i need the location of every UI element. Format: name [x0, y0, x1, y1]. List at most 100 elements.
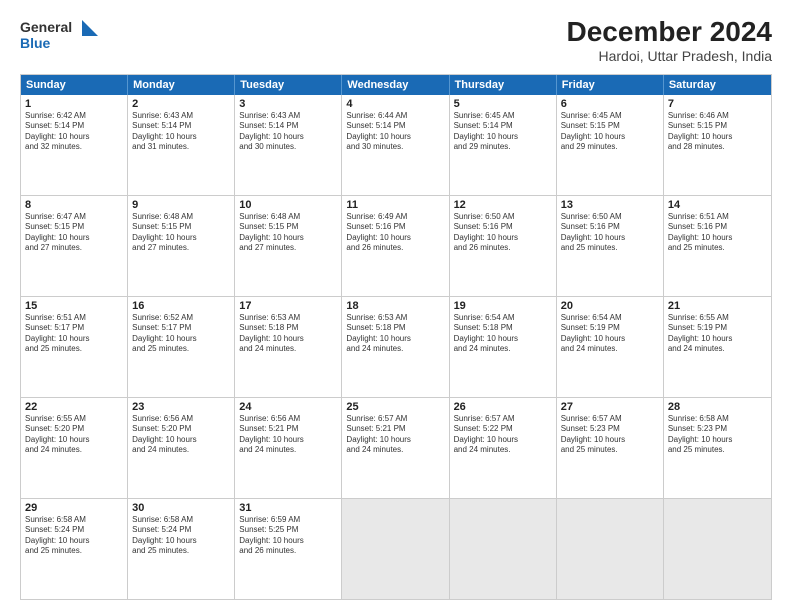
day-info: Sunrise: 6:45 AM Sunset: 5:14 PM Dayligh… — [454, 111, 552, 153]
day-info: Sunrise: 6:57 AM Sunset: 5:23 PM Dayligh… — [561, 414, 659, 456]
day-18: 18Sunrise: 6:53 AM Sunset: 5:18 PM Dayli… — [342, 297, 449, 397]
empty-cell — [450, 499, 557, 599]
day-20: 20Sunrise: 6:54 AM Sunset: 5:19 PM Dayli… — [557, 297, 664, 397]
day-info: Sunrise: 6:42 AM Sunset: 5:14 PM Dayligh… — [25, 111, 123, 153]
day-number: 4 — [346, 98, 444, 110]
day-info: Sunrise: 6:51 AM Sunset: 5:16 PM Dayligh… — [668, 212, 767, 254]
week-row-2: 8Sunrise: 6:47 AM Sunset: 5:15 PM Daylig… — [21, 195, 771, 296]
day-number: 7 — [668, 98, 767, 110]
day-info: Sunrise: 6:47 AM Sunset: 5:15 PM Dayligh… — [25, 212, 123, 254]
header-monday: Monday — [128, 75, 235, 95]
header-tuesday: Tuesday — [235, 75, 342, 95]
location-subtitle: Hardoi, Uttar Pradesh, India — [567, 48, 772, 64]
day-number: 18 — [346, 300, 444, 312]
logo: GeneralBlue — [20, 16, 100, 56]
day-info: Sunrise: 6:58 AM Sunset: 5:24 PM Dayligh… — [25, 515, 123, 557]
day-info: Sunrise: 6:56 AM Sunset: 5:20 PM Dayligh… — [132, 414, 230, 456]
day-24: 24Sunrise: 6:56 AM Sunset: 5:21 PM Dayli… — [235, 398, 342, 498]
day-1: 1Sunrise: 6:42 AM Sunset: 5:14 PM Daylig… — [21, 95, 128, 195]
day-number: 14 — [668, 199, 767, 211]
empty-cell — [342, 499, 449, 599]
day-number: 21 — [668, 300, 767, 312]
day-number: 17 — [239, 300, 337, 312]
day-number: 27 — [561, 401, 659, 413]
day-number: 30 — [132, 502, 230, 514]
day-number: 1 — [25, 98, 123, 110]
day-3: 3Sunrise: 6:43 AM Sunset: 5:14 PM Daylig… — [235, 95, 342, 195]
week-row-1: 1Sunrise: 6:42 AM Sunset: 5:14 PM Daylig… — [21, 95, 771, 195]
empty-cell — [664, 499, 771, 599]
day-8: 8Sunrise: 6:47 AM Sunset: 5:15 PM Daylig… — [21, 196, 128, 296]
day-number: 31 — [239, 502, 337, 514]
day-info: Sunrise: 6:50 AM Sunset: 5:16 PM Dayligh… — [561, 212, 659, 254]
day-14: 14Sunrise: 6:51 AM Sunset: 5:16 PM Dayli… — [664, 196, 771, 296]
day-number: 10 — [239, 199, 337, 211]
day-info: Sunrise: 6:56 AM Sunset: 5:21 PM Dayligh… — [239, 414, 337, 456]
day-number: 2 — [132, 98, 230, 110]
day-info: Sunrise: 6:53 AM Sunset: 5:18 PM Dayligh… — [346, 313, 444, 355]
day-info: Sunrise: 6:54 AM Sunset: 5:18 PM Dayligh… — [454, 313, 552, 355]
header-wednesday: Wednesday — [342, 75, 449, 95]
title-block: December 2024 Hardoi, Uttar Pradesh, Ind… — [567, 16, 772, 64]
page: GeneralBlue December 2024 Hardoi, Uttar … — [0, 0, 792, 612]
day-info: Sunrise: 6:50 AM Sunset: 5:16 PM Dayligh… — [454, 212, 552, 254]
day-info: Sunrise: 6:57 AM Sunset: 5:21 PM Dayligh… — [346, 414, 444, 456]
day-number: 6 — [561, 98, 659, 110]
month-year-title: December 2024 — [567, 16, 772, 48]
day-15: 15Sunrise: 6:51 AM Sunset: 5:17 PM Dayli… — [21, 297, 128, 397]
empty-cell — [557, 499, 664, 599]
day-27: 27Sunrise: 6:57 AM Sunset: 5:23 PM Dayli… — [557, 398, 664, 498]
logo-text: GeneralBlue — [20, 16, 100, 56]
day-info: Sunrise: 6:53 AM Sunset: 5:18 PM Dayligh… — [239, 313, 337, 355]
day-12: 12Sunrise: 6:50 AM Sunset: 5:16 PM Dayli… — [450, 196, 557, 296]
day-16: 16Sunrise: 6:52 AM Sunset: 5:17 PM Dayli… — [128, 297, 235, 397]
day-28: 28Sunrise: 6:58 AM Sunset: 5:23 PM Dayli… — [664, 398, 771, 498]
day-7: 7Sunrise: 6:46 AM Sunset: 5:15 PM Daylig… — [664, 95, 771, 195]
header: GeneralBlue December 2024 Hardoi, Uttar … — [20, 16, 772, 64]
day-number: 8 — [25, 199, 123, 211]
day-21: 21Sunrise: 6:55 AM Sunset: 5:19 PM Dayli… — [664, 297, 771, 397]
day-13: 13Sunrise: 6:50 AM Sunset: 5:16 PM Dayli… — [557, 196, 664, 296]
day-info: Sunrise: 6:54 AM Sunset: 5:19 PM Dayligh… — [561, 313, 659, 355]
day-11: 11Sunrise: 6:49 AM Sunset: 5:16 PM Dayli… — [342, 196, 449, 296]
day-number: 15 — [25, 300, 123, 312]
day-number: 9 — [132, 199, 230, 211]
day-number: 28 — [668, 401, 767, 413]
day-9: 9Sunrise: 6:48 AM Sunset: 5:15 PM Daylig… — [128, 196, 235, 296]
day-info: Sunrise: 6:55 AM Sunset: 5:19 PM Dayligh… — [668, 313, 767, 355]
day-number: 20 — [561, 300, 659, 312]
day-info: Sunrise: 6:58 AM Sunset: 5:24 PM Dayligh… — [132, 515, 230, 557]
day-number: 5 — [454, 98, 552, 110]
day-30: 30Sunrise: 6:58 AM Sunset: 5:24 PM Dayli… — [128, 499, 235, 599]
day-info: Sunrise: 6:46 AM Sunset: 5:15 PM Dayligh… — [668, 111, 767, 153]
day-number: 25 — [346, 401, 444, 413]
day-19: 19Sunrise: 6:54 AM Sunset: 5:18 PM Dayli… — [450, 297, 557, 397]
day-26: 26Sunrise: 6:57 AM Sunset: 5:22 PM Dayli… — [450, 398, 557, 498]
day-number: 22 — [25, 401, 123, 413]
day-number: 16 — [132, 300, 230, 312]
day-number: 12 — [454, 199, 552, 211]
calendar: SundayMondayTuesdayWednesdayThursdayFrid… — [20, 74, 772, 600]
week-row-4: 22Sunrise: 6:55 AM Sunset: 5:20 PM Dayli… — [21, 397, 771, 498]
day-22: 22Sunrise: 6:55 AM Sunset: 5:20 PM Dayli… — [21, 398, 128, 498]
day-info: Sunrise: 6:57 AM Sunset: 5:22 PM Dayligh… — [454, 414, 552, 456]
day-17: 17Sunrise: 6:53 AM Sunset: 5:18 PM Dayli… — [235, 297, 342, 397]
day-number: 19 — [454, 300, 552, 312]
day-info: Sunrise: 6:52 AM Sunset: 5:17 PM Dayligh… — [132, 313, 230, 355]
day-info: Sunrise: 6:43 AM Sunset: 5:14 PM Dayligh… — [132, 111, 230, 153]
day-number: 13 — [561, 199, 659, 211]
day-info: Sunrise: 6:51 AM Sunset: 5:17 PM Dayligh… — [25, 313, 123, 355]
week-row-5: 29Sunrise: 6:58 AM Sunset: 5:24 PM Dayli… — [21, 498, 771, 599]
day-6: 6Sunrise: 6:45 AM Sunset: 5:15 PM Daylig… — [557, 95, 664, 195]
day-number: 11 — [346, 199, 444, 211]
day-5: 5Sunrise: 6:45 AM Sunset: 5:14 PM Daylig… — [450, 95, 557, 195]
day-29: 29Sunrise: 6:58 AM Sunset: 5:24 PM Dayli… — [21, 499, 128, 599]
day-info: Sunrise: 6:59 AM Sunset: 5:25 PM Dayligh… — [239, 515, 337, 557]
day-number: 3 — [239, 98, 337, 110]
calendar-header: SundayMondayTuesdayWednesdayThursdayFrid… — [21, 75, 771, 95]
header-thursday: Thursday — [450, 75, 557, 95]
week-row-3: 15Sunrise: 6:51 AM Sunset: 5:17 PM Dayli… — [21, 296, 771, 397]
day-info: Sunrise: 6:48 AM Sunset: 5:15 PM Dayligh… — [239, 212, 337, 254]
day-number: 24 — [239, 401, 337, 413]
day-10: 10Sunrise: 6:48 AM Sunset: 5:15 PM Dayli… — [235, 196, 342, 296]
